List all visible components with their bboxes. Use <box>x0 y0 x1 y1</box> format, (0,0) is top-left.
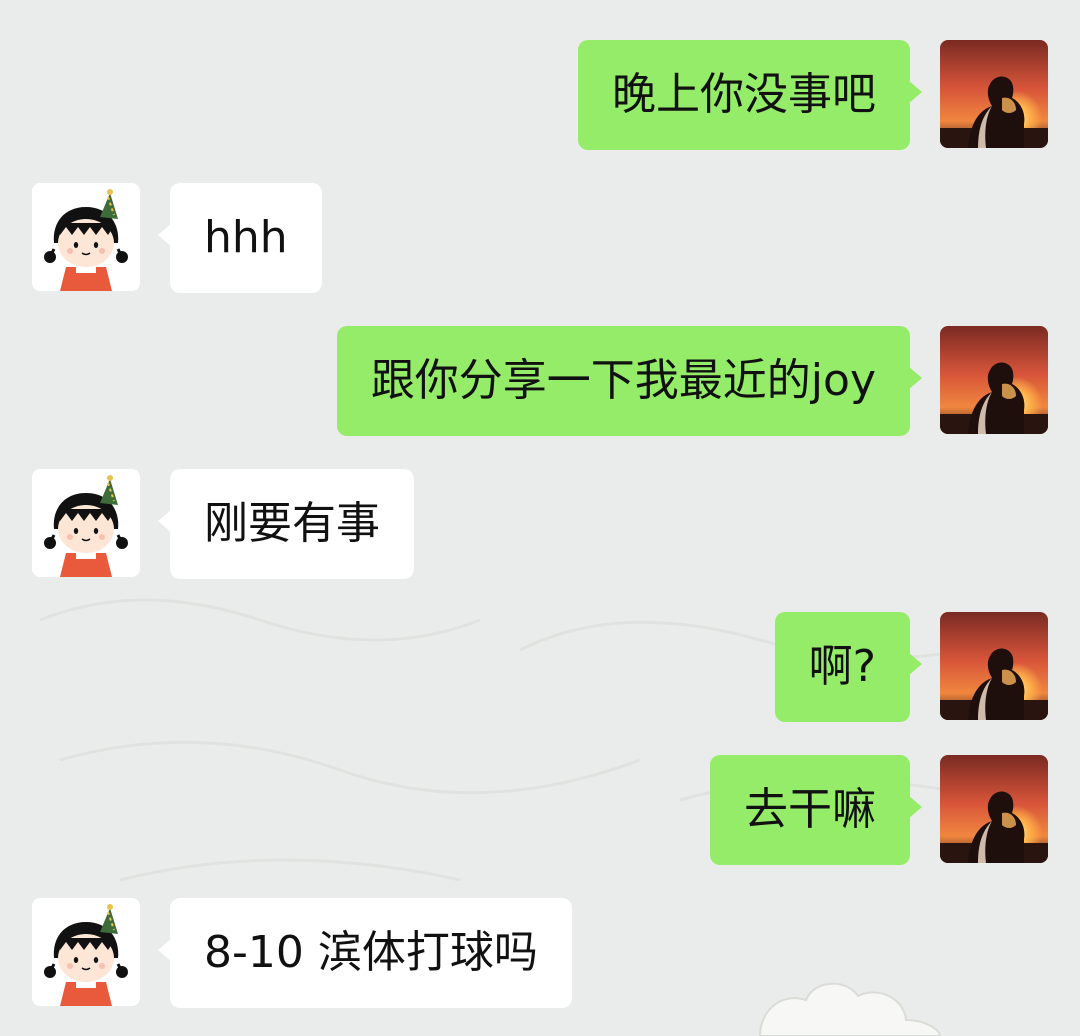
message-row: 晚上你没事吧 <box>0 40 1080 152</box>
message-row: 啊? <box>0 612 1080 724</box>
incoming-message-bubble[interactable]: 8-10 滨体打球吗 <box>170 898 572 1008</box>
incoming-message-bubble[interactable]: 刚要有事 <box>170 469 414 579</box>
chibi-maruko-avatar[interactable] <box>32 898 140 1006</box>
outgoing-message-bubble[interactable]: 晚上你没事吧 <box>578 40 910 150</box>
sunset-silhouette-avatar[interactable] <box>940 612 1048 720</box>
incoming-message-bubble[interactable]: hhh <box>170 183 322 293</box>
bubble-tail <box>908 652 922 676</box>
chibi-maruko-avatar[interactable] <box>32 469 140 577</box>
message-row: hhh <box>0 183 1080 295</box>
message-row: 8-10 滨体打球吗 <box>0 898 1080 1010</box>
sunset-silhouette-avatar[interactable] <box>940 40 1048 148</box>
outgoing-message-bubble[interactable]: 啊? <box>774 612 910 722</box>
message-row: 去干嘛 <box>0 755 1080 867</box>
chibi-maruko-avatar[interactable] <box>32 183 140 291</box>
outgoing-message-bubble[interactable]: 去干嘛 <box>710 755 910 865</box>
bubble-tail <box>908 795 922 819</box>
message-row: 跟你分享一下我最近的joy <box>0 326 1080 438</box>
bubble-tail <box>908 366 922 390</box>
message-row: 刚要有事 <box>0 469 1080 581</box>
sunset-silhouette-avatar[interactable] <box>940 755 1048 863</box>
bubble-tail <box>908 80 922 104</box>
sunset-silhouette-avatar[interactable] <box>940 326 1048 434</box>
outgoing-message-bubble[interactable]: 跟你分享一下我最近的joy <box>336 326 910 436</box>
